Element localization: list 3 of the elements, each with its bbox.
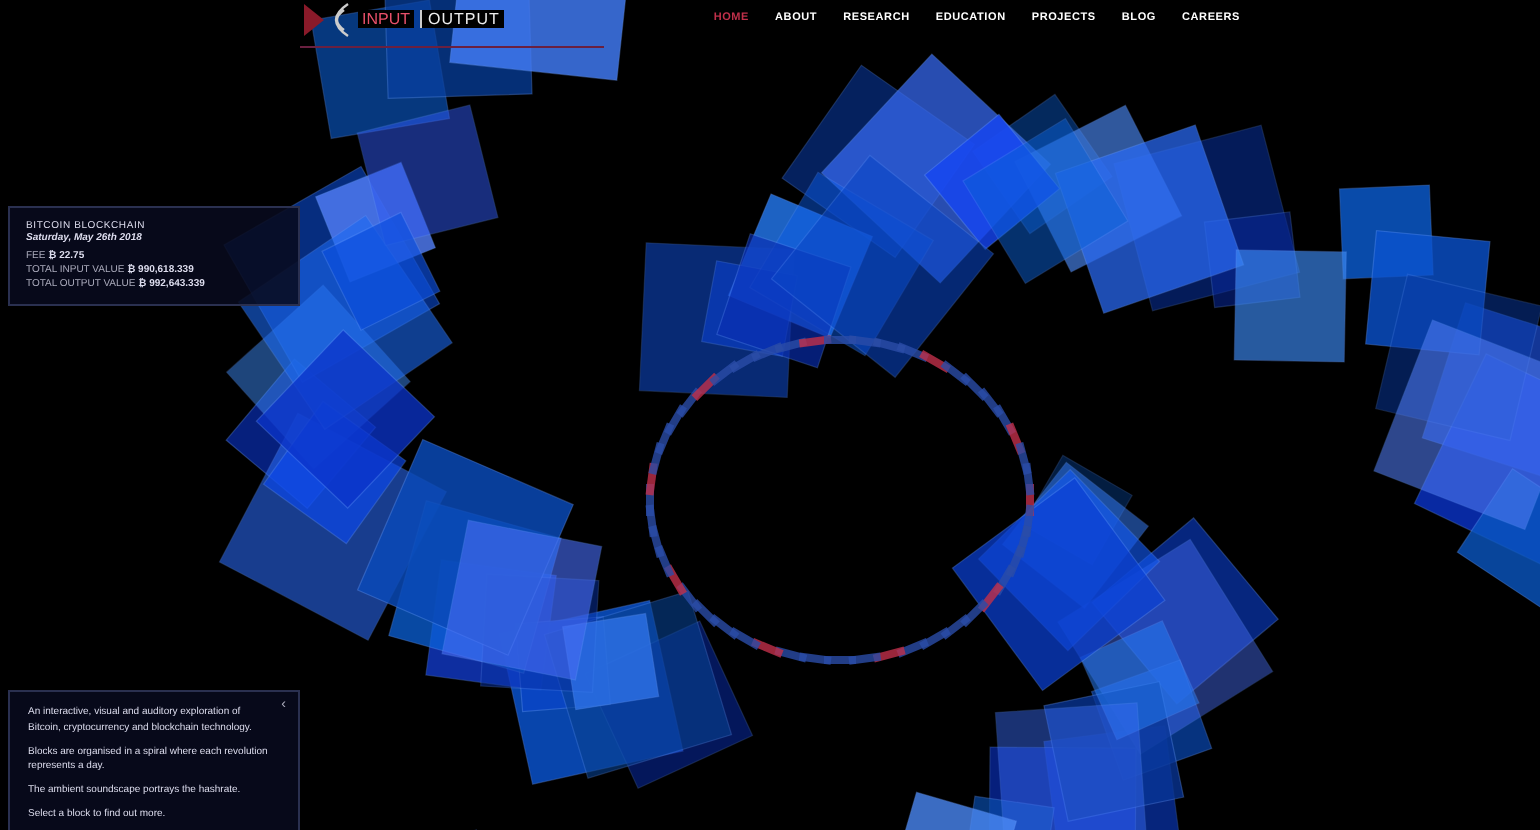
logo-input-text: INPUT [358, 10, 414, 28]
logo-icon [300, 0, 352, 39]
logo-output-text: OUTPUT [420, 10, 504, 28]
